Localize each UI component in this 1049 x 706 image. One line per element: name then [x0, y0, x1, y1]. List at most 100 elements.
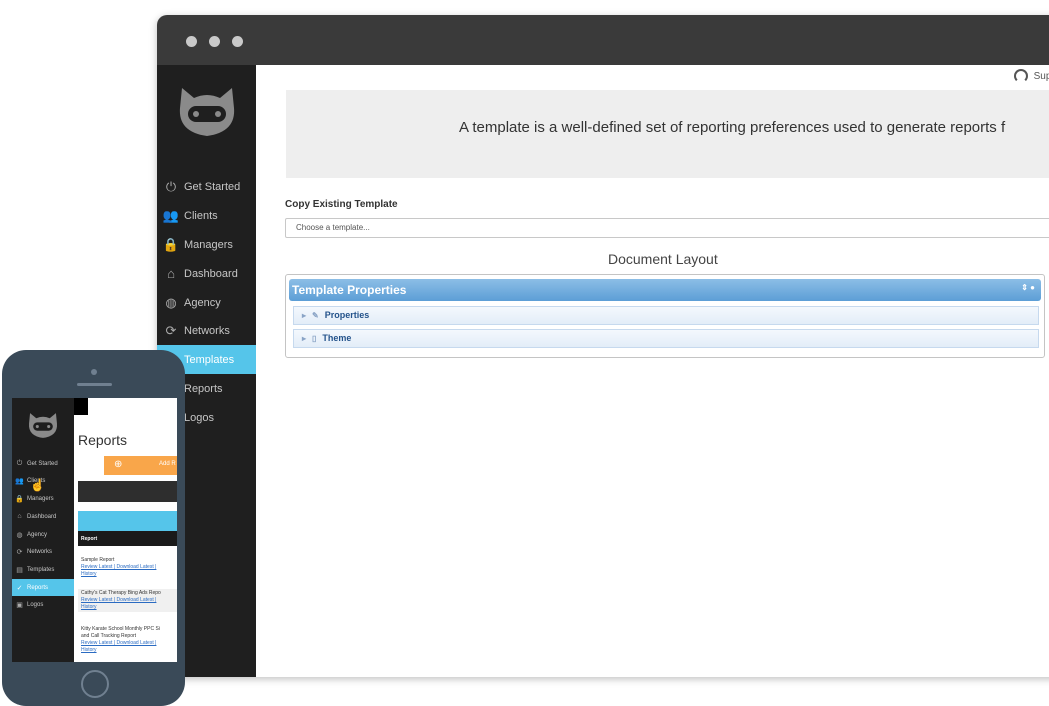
- add-report-label: Add R: [159, 461, 176, 467]
- logo-icon: [179, 88, 235, 136]
- phone-nav-networks[interactable]: ⟳ Networks: [12, 543, 74, 560]
- list-item: Kitty Karate School Monthly PPC Si and C…: [78, 625, 177, 655]
- power-icon: ⏻: [16, 459, 23, 467]
- home-icon: ⌂: [17, 513, 22, 520]
- phone-nav-dashboard[interactable]: ⌂ Dashboard: [12, 508, 74, 525]
- template-properties-panel: Template Properties ⇕ ● ▸ ✎ Properties ▸ ▯ T…: [285, 274, 1045, 358]
- phone-nav-label: Agency: [27, 531, 48, 538]
- camera-icon: [91, 369, 97, 375]
- panel-tools-icon[interactable]: ⇕ ●: [1021, 283, 1035, 292]
- report-name: Cathy's Cat Therapy Bing Ads Repo: [81, 590, 161, 596]
- report-links[interactable]: Review Latest | Download Latest |: [81, 640, 174, 647]
- sidebar-item-label: Get Started: [184, 180, 241, 193]
- stage: ⏻ Get Started 👥 Clients 🔒 Managers ⌂ Dashboa…: [0, 0, 1049, 706]
- history-link[interactable]: History: [81, 604, 174, 611]
- panel-title: Template Properties: [292, 283, 407, 297]
- theme-label: Theme: [322, 333, 352, 343]
- properties-label: Properties: [324, 310, 370, 320]
- filter-bar: [78, 481, 177, 502]
- properties-row[interactable]: ▸ ✎ Properties: [293, 306, 1039, 325]
- sidebar-item-label: Agency: [184, 296, 221, 309]
- lock-icon: 🔒: [162, 236, 180, 252]
- report-name: Kitty Karate School Monthly PPC Si: [81, 626, 160, 632]
- support-label: Supp: [1033, 70, 1049, 82]
- list-item: Sample Report Review Latest | Download L…: [78, 556, 177, 579]
- speaker-icon: [77, 383, 112, 386]
- accent-bar: [78, 511, 177, 531]
- users-icon: 👥: [162, 207, 180, 223]
- main-content: Supp A template is a well-defined set of…: [256, 65, 1049, 677]
- globe-icon: ◍: [165, 294, 177, 310]
- document-icon: ▯: [312, 334, 317, 343]
- sidebar-item-clients[interactable]: 👥 Clients: [157, 201, 256, 230]
- search-plus-icon: ⊕: [114, 459, 123, 470]
- wrench-icon: ✎: [312, 311, 319, 320]
- check-icon: ✓: [16, 584, 23, 592]
- history-link[interactable]: History: [81, 571, 174, 578]
- table-header: Report: [78, 531, 177, 546]
- report-links[interactable]: Review Latest | Download Latest |: [81, 564, 174, 571]
- expand-icon: ▸: [302, 334, 307, 343]
- sidebar-item-label: Dashboard: [184, 267, 238, 280]
- window-dot-icon[interactable]: [209, 36, 220, 47]
- history-link[interactable]: History: [81, 647, 174, 654]
- template-select[interactable]: Choose a template...: [285, 218, 1049, 238]
- phone-device: ⏻ Get Started 👥 Clients 🔒 Managers ⌂ Dashboa…: [2, 350, 185, 706]
- phone-nav-label: Networks: [27, 548, 53, 555]
- phone-nav-templates[interactable]: ▤ Templates: [12, 561, 74, 578]
- phone-nav-label: Dashboard: [27, 513, 57, 520]
- home-icon: ⌂: [167, 266, 175, 281]
- phone-nav-label: Logos: [27, 601, 44, 608]
- title-bar: [157, 15, 1049, 65]
- phone-nav-reports[interactable]: ✓ Reports: [12, 579, 74, 596]
- add-report-button[interactable]: ⊕ Add R: [104, 456, 177, 475]
- sidebar-item-label: Clients: [184, 209, 218, 222]
- sidebar-item-label: Logos: [184, 411, 214, 424]
- report-name-cont: and Call Tracking Report: [81, 633, 137, 639]
- phone-nav-label: Get Started: [27, 460, 58, 467]
- window-dot-icon[interactable]: [186, 36, 197, 47]
- sidebar-item-managers[interactable]: 🔒 Managers: [157, 230, 256, 259]
- window-dot-icon[interactable]: [232, 36, 243, 47]
- template-icon: ▤: [16, 566, 23, 574]
- globe-icon: ◍: [16, 531, 23, 539]
- phone-sidebar: ⏻ Get Started 👥 Clients 🔒 Managers ⌂ Dashboa…: [12, 398, 74, 662]
- panel-header[interactable]: Template Properties ⇕ ●: [289, 279, 1041, 301]
- sidebar-item-get-started[interactable]: ⏻ Get Started: [157, 172, 256, 201]
- page-title: Reports: [78, 432, 128, 448]
- phone-nav-get-started[interactable]: ⏻ Get Started: [12, 455, 74, 472]
- document-layout-heading: Document Layout: [608, 251, 718, 267]
- refresh-icon: ⟳: [165, 322, 177, 338]
- info-banner: A template is a well-defined set of repo…: [286, 90, 1049, 178]
- report-name: Sample Report: [81, 557, 115, 563]
- sidebar-item-label: Reports: [184, 382, 223, 395]
- cursor-icon: ☝: [30, 478, 45, 492]
- refresh-icon: ⟳: [16, 548, 23, 556]
- phone-screen: ⏻ Get Started 👥 Clients 🔒 Managers ⌂ Dashboa…: [12, 398, 177, 662]
- sidebar-item-networks[interactable]: ⟳ Networks: [157, 316, 256, 345]
- phone-nav-label: Templates: [27, 566, 55, 573]
- sidebar-item-agency[interactable]: ◍ Agency: [157, 288, 256, 317]
- users-icon: 👥: [15, 477, 24, 485]
- phone-nav-label: Reports: [27, 584, 49, 591]
- banner-text: A template is a well-defined set of repo…: [459, 119, 1006, 136]
- list-item: Cathy's Cat Therapy Bing Ads Repo Review…: [78, 589, 177, 612]
- home-button[interactable]: [81, 670, 109, 698]
- copy-template-label: Copy Existing Template: [285, 199, 398, 210]
- phone-nav-managers[interactable]: 🔒 Managers: [12, 490, 74, 507]
- lock-icon: 🔒: [15, 495, 24, 503]
- power-icon: ⏻: [165, 178, 177, 194]
- report-links[interactable]: Review Latest | Download Latest |: [81, 597, 174, 604]
- desktop-window: ⏻ Get Started 👥 Clients 🔒 Managers ⌂ Dashboa…: [157, 15, 1049, 677]
- theme-row[interactable]: ▸ ▯ Theme: [293, 329, 1039, 348]
- support-link[interactable]: Supp: [1013, 69, 1049, 83]
- phone-nav-logos[interactable]: ▣ Logos: [12, 596, 74, 613]
- image-icon: ▣: [16, 601, 23, 609]
- sidebar-item-label: Templates: [184, 353, 235, 366]
- phone-nav-agency[interactable]: ◍ Agency: [12, 526, 74, 543]
- expand-icon: ▸: [302, 311, 307, 320]
- sidebar-item-label: Networks: [184, 324, 230, 337]
- sidebar-item-dashboard[interactable]: ⌂ Dashboard: [157, 259, 256, 288]
- phone-nav-label: Managers: [27, 495, 54, 502]
- sidebar-item-label: Managers: [184, 238, 233, 251]
